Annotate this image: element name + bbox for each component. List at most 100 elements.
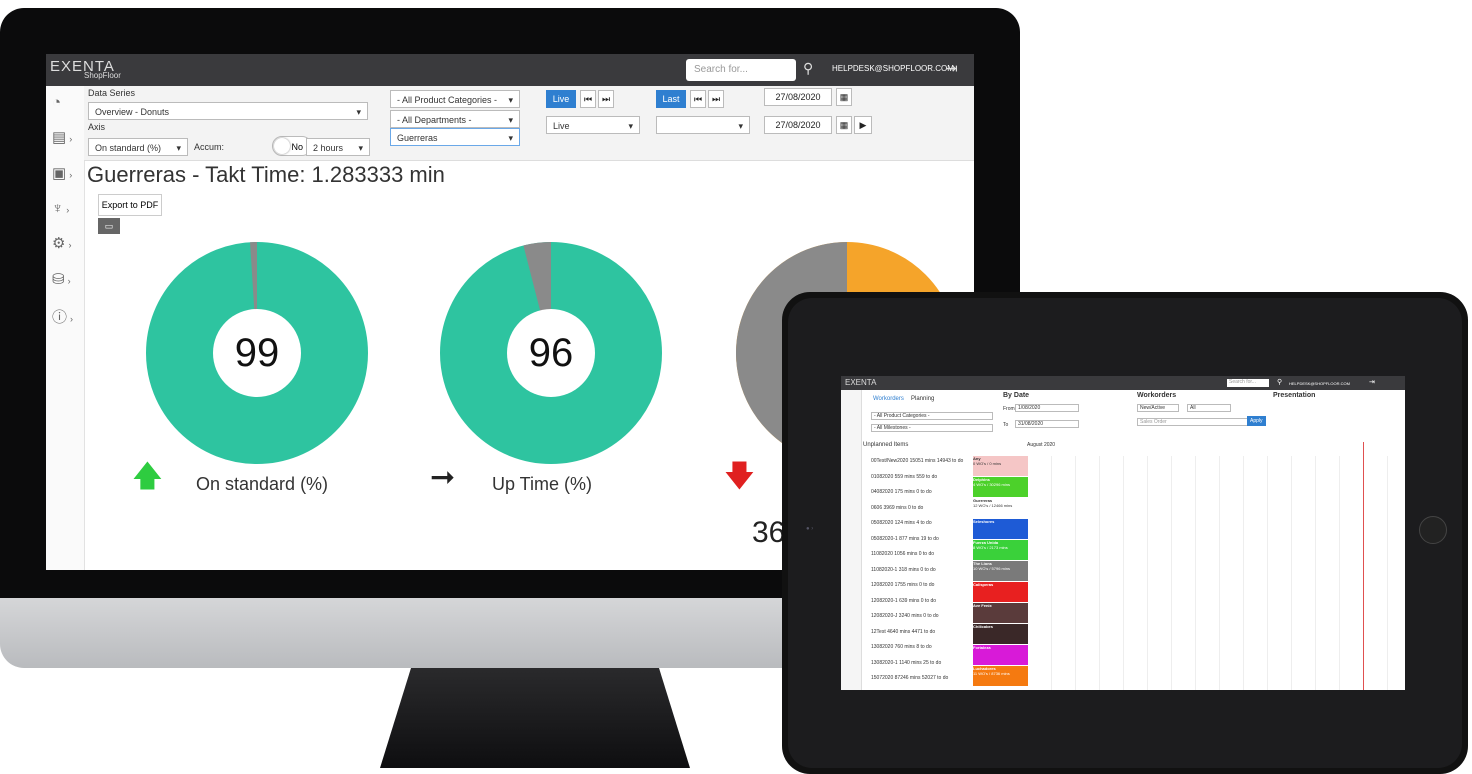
presentation-heading: Presentation (1273, 392, 1316, 399)
right-arrow-icon: ➞ (430, 461, 456, 494)
tablet-categories-select[interactable]: - All Product Categories - (871, 412, 993, 420)
apply-button[interactable]: Apply (1247, 416, 1266, 426)
planning-monitor-icon[interactable]: ▣ › (52, 164, 82, 186)
help-icon[interactable]: ⓘ › (52, 306, 82, 328)
play-button[interactable]: ▶ (854, 116, 872, 134)
database-search-icon[interactable]: ⛁ › (52, 270, 82, 292)
data-series-label: Data Series (88, 88, 136, 98)
team-summary: 4 WO's / 30296 mins (973, 482, 1010, 487)
calendar-icon[interactable]: ▦ (836, 116, 852, 134)
from-date-input[interactable]: 1/08/2020 (1015, 404, 1079, 412)
sidebar: ◔ ▤ › ▣ › ♆ › ⚙ › ⛁ › ⓘ › (46, 86, 85, 570)
gantt-team-cell[interactable]: Calisperas (973, 582, 1028, 602)
page-title: Guerreras - Takt Time: 1.283333 min (87, 162, 445, 187)
unplanned-item[interactable]: 11082020 1056 mins 0 to do (871, 551, 934, 557)
search-icon[interactable]: ⚲ (803, 60, 813, 77)
breadcrumb-workorders[interactable]: Workorders (873, 396, 904, 402)
unplanned-item[interactable]: 12082020-J 3240 mins 0 to do (871, 613, 939, 619)
gantt-team-cell[interactable]: Seleshores (973, 519, 1028, 539)
export-pdf-button[interactable]: Export to PDF (98, 194, 162, 216)
unplanned-item[interactable]: 12082020 1755 mins 0 to do (871, 582, 934, 588)
tablet-sidebar (841, 390, 862, 690)
axis-label: Axis (88, 122, 106, 132)
by-date-heading: By Date (1003, 392, 1030, 399)
unplanned-item[interactable]: 13082020 760 mins 8 to do (871, 644, 932, 650)
last-select[interactable] (656, 116, 750, 135)
logout-icon[interactable]: ⇥ (946, 60, 958, 77)
unplanned-item[interactable]: 05082020-1 877 mins 19 to do (871, 536, 939, 542)
top-navbar: EXENTA ShopFloor Search for... ⚲ HELPDESK… (46, 54, 974, 86)
tablet-logo[interactable]: EXENTA (845, 378, 876, 387)
filter-panel: Data Series Overview - Donuts Axis On st… (84, 86, 974, 161)
axis-select[interactable]: On standard (%) (88, 138, 188, 157)
help-email-link[interactable]: HELPDESK@SHOPFLOOR.COM (832, 64, 954, 73)
on-standard-donut: 99 (146, 242, 368, 464)
tablet-milestones-select[interactable]: - All Milestones - (871, 424, 993, 432)
last-button[interactable]: Last (656, 90, 686, 108)
unplanned-item[interactable]: 05082020 124 mins 4 to do (871, 520, 932, 526)
team-summary: 8 WO's / 2173 mins (973, 545, 1008, 550)
unplanned-item[interactable]: 12Test 4640 mins 4471 to do (871, 629, 935, 635)
live-next-button[interactable]: ⏭ (598, 90, 614, 108)
gear-icon[interactable]: ⚙ › (52, 234, 82, 256)
hierarchy-icon[interactable]: ♆ › (52, 200, 82, 222)
tablet-search-input[interactable]: Search for... (1227, 379, 1269, 387)
unplanned-item[interactable]: 0606 3969 mins 0 to do (871, 505, 923, 511)
logout-icon[interactable]: ⇥ (1369, 378, 1375, 386)
unplanned-item[interactable]: 12082020-1 639 mins 0 to do (871, 598, 936, 604)
tablet-home-button[interactable] (1419, 516, 1447, 544)
to-date-input[interactable]: 31/08/2020 (1015, 420, 1079, 428)
fullscreen-monitor-button[interactable]: ▭ (98, 218, 120, 234)
donut-value: 96 (529, 331, 574, 375)
departments-select[interactable]: - All Departments - (390, 110, 520, 129)
unplanned-item[interactable]: 01082020 559 mins 559 to do (871, 474, 937, 480)
gantt-team-cell[interactable]: Ave Fenix (973, 603, 1028, 623)
live-button[interactable]: Live (546, 90, 576, 108)
unplanned-item[interactable]: 15072020 87246 mins 52027 to do (871, 675, 948, 681)
date-from-input[interactable]: 27/08/2020 (764, 88, 832, 106)
search-input[interactable]: Search for... (686, 59, 796, 81)
data-series-select[interactable]: Overview - Donuts (88, 102, 368, 121)
interval-select[interactable]: 2 hours (306, 138, 370, 157)
donut-value: 99 (235, 331, 280, 375)
dashboard-gauge-icon[interactable]: ◔ (52, 94, 82, 116)
uptime-donut: 96 (440, 242, 662, 464)
team-name: Seleshores (973, 519, 995, 524)
date-to-input[interactable]: 27/08/2020 (764, 116, 832, 134)
app-logo[interactable]: EXENTA ShopFloor (50, 58, 121, 80)
gantt-team-cell[interactable]: Chilicabes (973, 624, 1028, 644)
gantt-chart-area (1028, 456, 1405, 690)
gantt-team-cell[interactable]: Any 0 WO's / 0 mins (973, 456, 1028, 476)
today-marker (1363, 442, 1364, 690)
unplanned-item[interactable]: 13082020-1 1140 mins 25 to do (871, 660, 941, 666)
sales-order-input[interactable]: Sales Order (1137, 418, 1249, 426)
tablet-navbar: EXENTA Search for... ⚲ HELPDESK@SHOPFLOO… (841, 376, 1405, 390)
search-icon[interactable]: ⚲ (1277, 378, 1282, 386)
team-name: Ave Fenix (973, 603, 992, 608)
tablet-camera: ● › (806, 526, 814, 532)
gantt-team-cell[interactable]: Luchadores 11 WO's / 8736 mins (973, 666, 1028, 686)
gantt-team-cell[interactable]: Guerreras 12 WO's / 12466 mins (973, 498, 1028, 518)
gantt-team-cell[interactable]: Delphins 4 WO's / 30296 mins (973, 477, 1028, 497)
last-prev-button[interactable]: ⏮ (690, 90, 706, 108)
unplanned-item[interactable]: 11082020-1 318 mins 0 to do (871, 567, 936, 573)
accum-label: Accum: (194, 142, 225, 152)
team-select[interactable]: Guerreras (390, 128, 520, 147)
gantt-team-cell[interactable]: The Lions 10 WO's / 5796 mins (973, 561, 1028, 581)
workorders-icon[interactable]: ▤ › (52, 128, 82, 150)
last-next-button[interactable]: ⏭ (708, 90, 724, 108)
tablet-help-email[interactable]: HELPDESK@SHOPFLOOR.COM (1289, 381, 1350, 386)
status-select[interactable]: New/Active (1137, 404, 1179, 412)
gantt-team-cell[interactable]: Fuerza Unida 8 WO's / 2173 mins (973, 540, 1028, 560)
unplanned-item[interactable]: 04082020 175 mins 0 to do (871, 489, 932, 495)
unplanned-item[interactable]: 00Test/New2020 15051 mins 14943 to do (871, 458, 963, 464)
breadcrumb-planning: Planning (911, 396, 935, 402)
status-all-select[interactable]: All (1187, 404, 1231, 412)
workorders-heading: Workorders (1137, 392, 1177, 399)
gantt-team-cell[interactable]: Fortaleza (973, 645, 1028, 665)
calendar-icon[interactable]: ▦ (836, 88, 852, 106)
live-select[interactable]: Live (546, 116, 640, 135)
live-prev-button[interactable]: ⏮ (580, 90, 596, 108)
product-categories-select[interactable]: - All Product Categories - (390, 90, 520, 109)
team-summary: 0 WO's / 0 mins (973, 461, 1002, 466)
